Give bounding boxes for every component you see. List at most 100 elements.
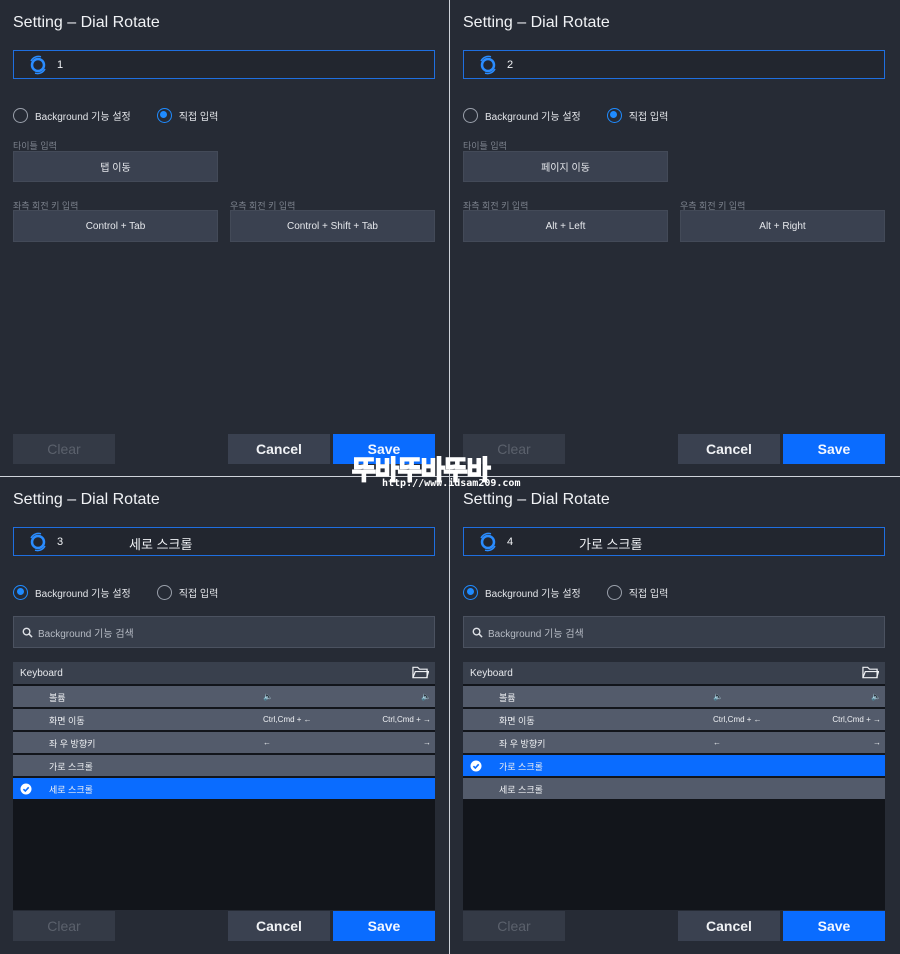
list-item[interactable]: 세로 스크롤 xyxy=(463,778,885,799)
clear-button[interactable]: Clear xyxy=(463,434,565,464)
radio-background[interactable]: Background 기능 설정 xyxy=(13,107,131,123)
list-item-left-key: Ctrl,Cmd + ← xyxy=(263,715,312,724)
category-label: Keyboard xyxy=(20,667,63,679)
save-button[interactable]: Save xyxy=(333,911,435,941)
list-item-label: 화면 이동 xyxy=(499,716,535,726)
list-item[interactable]: 가로 스크롤 xyxy=(13,755,435,776)
list-item[interactable]: 볼륨 🔈 🔈 xyxy=(13,686,435,707)
mode-radio-group: Background 기능 설정 직접 입력 xyxy=(463,107,694,123)
clear-button[interactable]: Clear xyxy=(463,911,565,941)
list-item-label: 세로 스크롤 xyxy=(499,785,543,795)
radio-background[interactable]: Background 기능 설정 xyxy=(463,584,581,600)
radio-direct[interactable]: 직접 입력 xyxy=(156,107,219,123)
dial-number: 3 xyxy=(57,536,64,548)
radio-direct-label: 직접 입력 xyxy=(178,111,219,123)
search-placeholder: Background 기능 검색 xyxy=(488,628,584,640)
save-button[interactable]: Save xyxy=(333,434,435,464)
radio-direct[interactable]: 직접 입력 xyxy=(606,107,669,123)
arrow-right-icon: → xyxy=(423,738,431,747)
list-item-label: 가로 스크롤 xyxy=(499,762,543,772)
radio-background-circle xyxy=(13,107,28,123)
save-button[interactable]: Save xyxy=(783,434,885,464)
arrow-right-icon: → xyxy=(873,738,881,747)
panel-title: Setting – Dial Rotate xyxy=(13,14,160,31)
arrow-left-icon: ← xyxy=(713,738,721,747)
dial-selector[interactable]: 1 xyxy=(13,50,435,79)
save-button[interactable]: Save xyxy=(783,911,885,941)
background-search-input[interactable]: Background 기능 검색 xyxy=(463,616,885,648)
left-key-input[interactable]: Control + Tab xyxy=(13,210,218,242)
list-item[interactable]: 좌 우 방향키 ← → xyxy=(13,732,435,753)
search-icon xyxy=(472,627,483,638)
search-placeholder: Background 기능 검색 xyxy=(38,628,134,640)
clear-button[interactable]: Clear xyxy=(13,434,115,464)
list-item-left-key: Ctrl,Cmd + ← xyxy=(713,715,762,724)
dial-number: 4 xyxy=(507,536,514,548)
radio-direct[interactable]: 직접 입력 xyxy=(606,584,669,600)
dial-icon xyxy=(480,532,496,552)
volume-down-icon: 🔈 xyxy=(263,692,273,701)
radio-direct-circle xyxy=(606,584,622,600)
radio-direct[interactable]: 직접 입력 xyxy=(156,584,218,600)
cancel-button[interactable]: Cancel xyxy=(228,434,330,464)
radio-background-circle xyxy=(463,584,478,600)
list-item-label: 볼륨 xyxy=(499,693,516,703)
volume-up-icon: 🔈 xyxy=(871,692,881,701)
radio-direct-label: 직접 입력 xyxy=(628,111,669,123)
radio-direct-circle xyxy=(156,107,172,123)
search-icon xyxy=(22,627,33,638)
radio-background-label: Background 기능 설정 xyxy=(485,588,581,600)
radio-background-label: Background 기능 설정 xyxy=(35,588,131,600)
title-input[interactable]: 탭 이동 xyxy=(13,151,218,182)
category-header[interactable]: Keyboard xyxy=(13,662,435,684)
radio-background[interactable]: Background 기능 설정 xyxy=(13,584,131,600)
dial-function: 세로 스크롤 xyxy=(129,537,193,552)
cancel-button[interactable]: Cancel xyxy=(678,434,780,464)
clear-button[interactable]: Clear xyxy=(13,911,115,941)
arrow-left-icon: ← xyxy=(263,738,271,747)
mode-radio-group: Background 기능 설정 직접 입력 xyxy=(13,107,244,123)
cancel-button[interactable]: Cancel xyxy=(228,911,330,941)
check-icon xyxy=(20,783,32,795)
cancel-button[interactable]: Cancel xyxy=(678,911,780,941)
list-item-label: 좌 우 방향키 xyxy=(49,739,96,749)
list-item[interactable]: 화면 이동 Ctrl,Cmd + ← Ctrl,Cmd + → xyxy=(13,709,435,730)
dial-selector[interactable]: 3 세로 스크롤 xyxy=(13,527,435,556)
list-item-label: 가로 스크롤 xyxy=(49,762,93,772)
list-item[interactable]: 좌 우 방향키 ← → xyxy=(463,732,885,753)
function-list: Keyboard 볼륨 🔈 🔈 화면 이동 Ctrl,Cmd + ← Ctrl,… xyxy=(463,662,885,910)
category-label: Keyboard xyxy=(470,667,513,679)
list-item[interactable]: 볼륨 🔈 🔈 xyxy=(463,686,885,707)
settings-panel-2: Setting – Dial Rotate 2 Background 기능 설정… xyxy=(450,0,900,477)
radio-background[interactable]: Background 기능 설정 xyxy=(463,107,581,123)
dial-icon xyxy=(480,55,496,75)
list-item-label: 화면 이동 xyxy=(49,716,85,726)
list-item-right-key: Ctrl,Cmd + → xyxy=(832,715,881,724)
right-key-input[interactable]: Control + Shift + Tab xyxy=(230,210,435,242)
dial-function: 가로 스크롤 xyxy=(579,537,643,552)
function-list: Keyboard 볼륨 🔈 🔈 화면 이동 Ctrl,Cmd + ← Ctrl,… xyxy=(13,662,435,910)
right-key-input[interactable]: Alt + Right xyxy=(680,210,885,242)
radio-direct-label: 직접 입력 xyxy=(628,588,669,600)
settings-panel-1: Setting – Dial Rotate 1 Background 기능 설정… xyxy=(0,0,450,477)
radio-background-circle xyxy=(463,107,478,123)
folder-icon[interactable] xyxy=(862,665,879,680)
category-header[interactable]: Keyboard xyxy=(463,662,885,684)
mode-radio-group: Background 기능 설정 직접 입력 xyxy=(463,584,694,600)
list-item-label: 세로 스크롤 xyxy=(49,785,93,795)
dial-icon xyxy=(30,55,46,75)
dial-selector[interactable]: 2 xyxy=(463,50,885,79)
list-item-selected[interactable]: 세로 스크롤 xyxy=(13,778,435,799)
title-input[interactable]: 페이지 이동 xyxy=(463,151,668,182)
list-item[interactable]: 화면 이동 Ctrl,Cmd + ← Ctrl,Cmd + → xyxy=(463,709,885,730)
folder-icon[interactable] xyxy=(412,665,429,680)
left-key-input[interactable]: Alt + Left xyxy=(463,210,668,242)
dial-selector[interactable]: 4 가로 스크롤 xyxy=(463,527,885,556)
volume-down-icon: 🔈 xyxy=(713,692,723,701)
settings-panel-3: Setting – Dial Rotate 3 세로 스크롤 Backgroun… xyxy=(0,477,450,954)
dial-icon xyxy=(30,532,46,552)
list-item-selected[interactable]: 가로 스크롤 xyxy=(463,755,885,776)
background-search-input[interactable]: Background 기능 검색 xyxy=(13,616,435,648)
vertical-divider xyxy=(449,0,450,954)
dial-number: 2 xyxy=(507,59,514,71)
